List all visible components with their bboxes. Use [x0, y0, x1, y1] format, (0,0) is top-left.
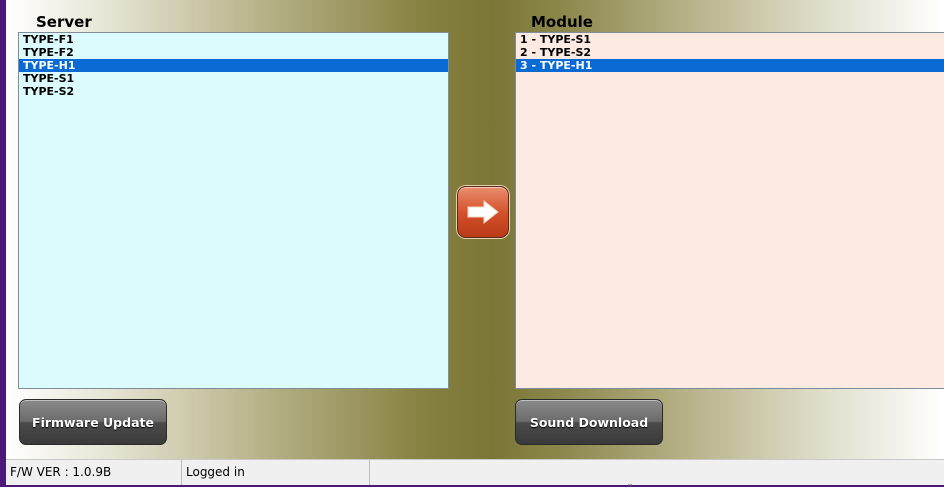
module-panel-title: Module	[531, 13, 593, 31]
list-item[interactable]: TYPE-S2	[19, 85, 448, 98]
arrow-right-icon	[467, 199, 499, 225]
list-item[interactable]: 3 - TYPE-H1	[516, 59, 944, 72]
list-item[interactable]: TYPE-F1	[19, 33, 448, 46]
module-listbox[interactable]: 1 - TYPE-S1 2 - TYPE-S2 3 - TYPE-H1	[515, 32, 944, 389]
transfer-to-module-button[interactable]	[457, 186, 509, 238]
list-item[interactable]: TYPE-F2	[19, 46, 448, 59]
list-item[interactable]: TYPE-H1	[19, 59, 448, 72]
status-bar: F/W VER : 1.0.9B Logged in	[6, 459, 944, 485]
list-item[interactable]: TYPE-S1	[19, 72, 448, 85]
firmware-update-button[interactable]: Firmware Update	[19, 399, 167, 445]
firmware-version-label: F/W VER : 1.0.9B	[6, 460, 182, 485]
login-status-label: Logged in	[182, 460, 370, 485]
app-window-frame: Server TYPE-F1 TYPE-F2 TYPE-H1 TYPE-S1 TYPE-…	[0, 0, 944, 487]
list-item[interactable]: 1 - TYPE-S1	[516, 33, 944, 46]
list-item[interactable]: 2 - TYPE-S2	[516, 46, 944, 59]
server-panel-title: Server	[36, 13, 92, 31]
sound-download-button[interactable]: Sound Download	[515, 399, 663, 445]
server-listbox[interactable]: TYPE-F1 TYPE-F2 TYPE-H1 TYPE-S1 TYPE-S2	[18, 32, 449, 389]
